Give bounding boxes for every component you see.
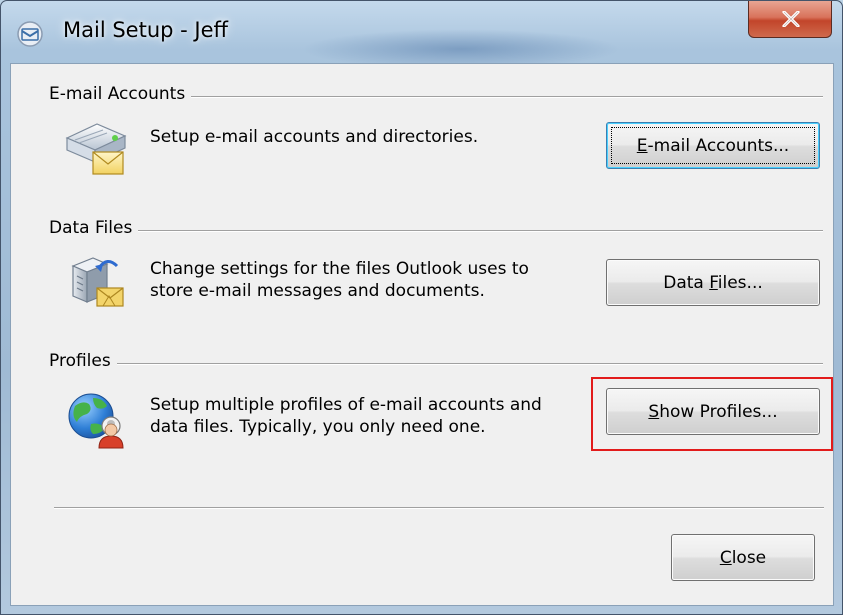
data-files-group-line: [49, 230, 823, 232]
email-accounts-group-label: E-mail Accounts: [49, 84, 192, 104]
footer-separator: [54, 507, 824, 509]
data-files-icon: [63, 252, 129, 318]
profiles-group-line: [49, 363, 823, 365]
close-x-icon: [782, 11, 800, 27]
data-files-description-line2: store e-mail messages and documents.: [150, 281, 485, 301]
data-files-button[interactable]: Data Files...: [606, 259, 820, 306]
show-profiles-button[interactable]: Show Profiles...: [606, 388, 820, 435]
close-button-label: Close: [719, 547, 767, 568]
email-accounts-description: Setup e-mail accounts and directories.: [150, 127, 479, 147]
dialog-client-area: E-mail Accounts Setup e-mail accounts an…: [10, 63, 834, 606]
data-files-group-label: Data Files: [49, 218, 139, 238]
data-files-description: Change settings for the files Outlook us…: [150, 258, 529, 302]
app-mail-icon[interactable]: [15, 19, 45, 49]
window-close-button[interactable]: [748, 1, 832, 38]
email-accounts-button-label: E-mail Accounts...: [636, 135, 790, 156]
profiles-icon: [63, 388, 129, 454]
title-bar[interactable]: Mail Setup - Jeff: [1, 1, 842, 69]
profiles-description-line1: Setup multiple profiles of e-mail accoun…: [150, 395, 542, 415]
window-title: Mail Setup - Jeff: [63, 18, 228, 42]
close-button[interactable]: Close: [671, 534, 815, 581]
profiles-description-line2: data files. Typically, you only need one…: [150, 417, 486, 437]
data-files-button-label: Data Files...: [663, 272, 763, 293]
profiles-description: Setup multiple profiles of e-mail accoun…: [150, 394, 542, 438]
email-accounts-button[interactable]: E-mail Accounts...: [606, 122, 820, 169]
show-profiles-button-label: Show Profiles...: [648, 401, 778, 422]
profiles-group-label: Profiles: [49, 351, 117, 371]
data-files-description-line1: Change settings for the files Outlook us…: [150, 259, 529, 279]
mail-setup-window: Mail Setup - Jeff E-mail Accounts Setup …: [0, 0, 843, 615]
email-accounts-icon: [63, 118, 129, 184]
